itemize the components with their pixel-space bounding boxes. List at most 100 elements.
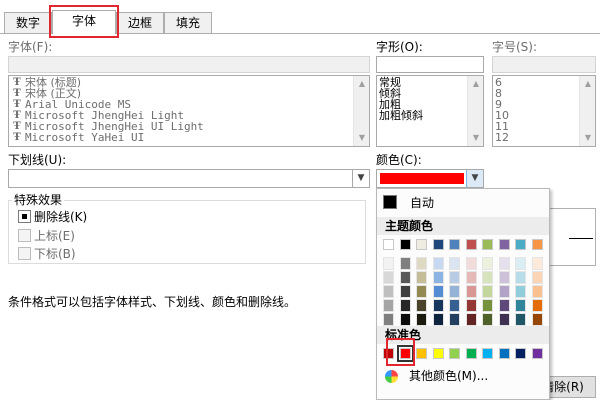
color-swatch[interactable]	[465, 257, 477, 270]
subscript-label[interactable]: 下标(B)	[34, 247, 76, 261]
color-swatch[interactable]	[482, 271, 493, 284]
color-swatch[interactable]	[399, 271, 411, 284]
scroll-down-icon[interactable]: ▼	[468, 130, 483, 146]
color-swatch[interactable]	[515, 348, 526, 359]
color-swatch[interactable]	[399, 285, 411, 298]
scroll-up-icon[interactable]: ▲	[468, 76, 483, 92]
color-swatch[interactable]	[482, 299, 493, 312]
color-swatch[interactable]	[498, 313, 510, 326]
color-swatch[interactable]	[416, 271, 427, 284]
scroll-down-icon[interactable]: ▼	[354, 130, 369, 146]
color-swatch[interactable]	[432, 271, 444, 284]
font-input[interactable]	[8, 56, 370, 73]
automatic-color-label[interactable]: 自动	[410, 196, 434, 210]
color-swatch[interactable]	[465, 348, 477, 359]
color-swatch[interactable]	[449, 257, 460, 270]
color-swatch[interactable]	[399, 257, 411, 270]
color-swatch[interactable]	[498, 271, 510, 284]
color-swatch[interactable]	[498, 239, 510, 250]
color-swatch[interactable]	[383, 271, 394, 284]
size-list-scrollbar[interactable]: ▲ ▼	[579, 76, 595, 146]
color-swatch[interactable]	[416, 299, 427, 312]
color-swatch[interactable]	[498, 285, 510, 298]
color-swatch[interactable]	[482, 285, 493, 298]
font-list[interactable]: Ŧ 宋体 (标题) Ŧ 宋体 (正文) Ŧ Arial Unicode MS Ŧ Micros…	[8, 75, 370, 147]
color-swatch[interactable]	[383, 239, 394, 250]
color-swatch[interactable]	[515, 285, 526, 298]
color-swatch[interactable]	[531, 285, 543, 298]
color-swatch[interactable]	[498, 299, 510, 312]
color-swatch[interactable]	[432, 313, 444, 326]
color-swatch[interactable]	[399, 313, 411, 326]
color-swatch[interactable]	[383, 285, 394, 298]
scroll-down-icon[interactable]: ▼	[580, 130, 595, 146]
color-select[interactable]: ▼	[376, 169, 484, 188]
color-swatch[interactable]	[416, 313, 427, 326]
style-list-scrollbar[interactable]: ▲ ▼	[467, 76, 483, 146]
color-swatch[interactable]	[465, 299, 477, 312]
color-swatch[interactable]	[482, 313, 493, 326]
color-swatch[interactable]	[416, 348, 427, 359]
tab-fill[interactable]: 填充	[164, 12, 212, 33]
scroll-up-icon[interactable]: ▲	[354, 76, 369, 92]
size-list[interactable]: 6 8 9 10 11 12 ▲ ▼	[492, 75, 596, 147]
superscript-label[interactable]: 上标(E)	[34, 229, 75, 243]
color-swatch[interactable]	[432, 239, 444, 250]
color-swatch[interactable]	[465, 239, 477, 250]
color-swatch[interactable]	[399, 299, 411, 312]
chevron-down-icon[interactable]: ▼	[466, 170, 483, 187]
color-swatch[interactable]	[482, 257, 493, 270]
color-swatch[interactable]	[515, 313, 526, 326]
color-swatch[interactable]	[432, 348, 444, 359]
color-swatch[interactable]	[449, 313, 460, 326]
strikethrough-checkbox[interactable]	[18, 210, 31, 223]
color-swatch[interactable]	[416, 285, 427, 298]
color-swatch[interactable]	[531, 239, 543, 250]
color-swatch[interactable]	[531, 313, 543, 326]
color-swatch[interactable]	[498, 348, 510, 359]
color-swatch[interactable]	[531, 299, 543, 312]
color-swatch[interactable]	[465, 271, 477, 284]
color-swatch[interactable]	[383, 257, 394, 270]
subscript-checkbox[interactable]	[18, 247, 31, 260]
chevron-down-icon[interactable]: ▼	[352, 170, 369, 187]
color-swatch[interactable]	[416, 257, 427, 270]
color-swatch[interactable]	[432, 257, 444, 270]
color-swatch[interactable]	[465, 313, 477, 326]
color-swatch[interactable]	[465, 285, 477, 298]
color-swatch[interactable]	[498, 257, 510, 270]
color-swatch[interactable]	[432, 285, 444, 298]
color-swatch[interactable]	[531, 271, 543, 284]
size-input[interactable]	[492, 56, 596, 73]
color-swatch[interactable]	[515, 299, 526, 312]
color-swatch[interactable]	[449, 239, 460, 250]
color-swatch[interactable]	[482, 239, 493, 250]
list-item[interactable]: Ŧ Microsoft YaHei UI	[9, 132, 369, 143]
color-swatch[interactable]	[383, 299, 394, 312]
color-swatch[interactable]	[449, 348, 460, 359]
underline-select[interactable]: ▼	[8, 169, 370, 188]
color-swatch[interactable]	[383, 313, 394, 326]
color-swatch[interactable]	[449, 299, 460, 312]
color-swatch[interactable]	[449, 271, 460, 284]
color-swatch[interactable]	[531, 257, 543, 270]
color-swatch[interactable]	[449, 285, 460, 298]
color-swatch[interactable]	[482, 348, 493, 359]
superscript-checkbox[interactable]	[18, 229, 31, 242]
color-swatch[interactable]	[399, 239, 411, 250]
color-swatch[interactable]	[515, 239, 526, 250]
color-swatch[interactable]	[531, 348, 543, 359]
style-input[interactable]	[376, 56, 484, 73]
automatic-color-swatch[interactable]	[383, 195, 397, 209]
color-swatch[interactable]	[515, 271, 526, 284]
color-swatch[interactable]	[432, 299, 444, 312]
tab-number[interactable]: 数字	[4, 12, 52, 33]
color-swatch[interactable]	[416, 239, 427, 250]
style-list[interactable]: 常规 倾斜 加粗 加粗倾斜 ▲ ▼	[376, 75, 484, 147]
scroll-up-icon[interactable]: ▲	[580, 76, 595, 92]
tab-border[interactable]: 边框	[116, 12, 164, 33]
strikethrough-label[interactable]: 删除线(K)	[34, 210, 87, 224]
font-list-scrollbar[interactable]: ▲ ▼	[353, 76, 369, 146]
more-colors-link[interactable]: 其他颜色(M)...	[409, 369, 488, 383]
color-swatch[interactable]	[515, 257, 526, 270]
